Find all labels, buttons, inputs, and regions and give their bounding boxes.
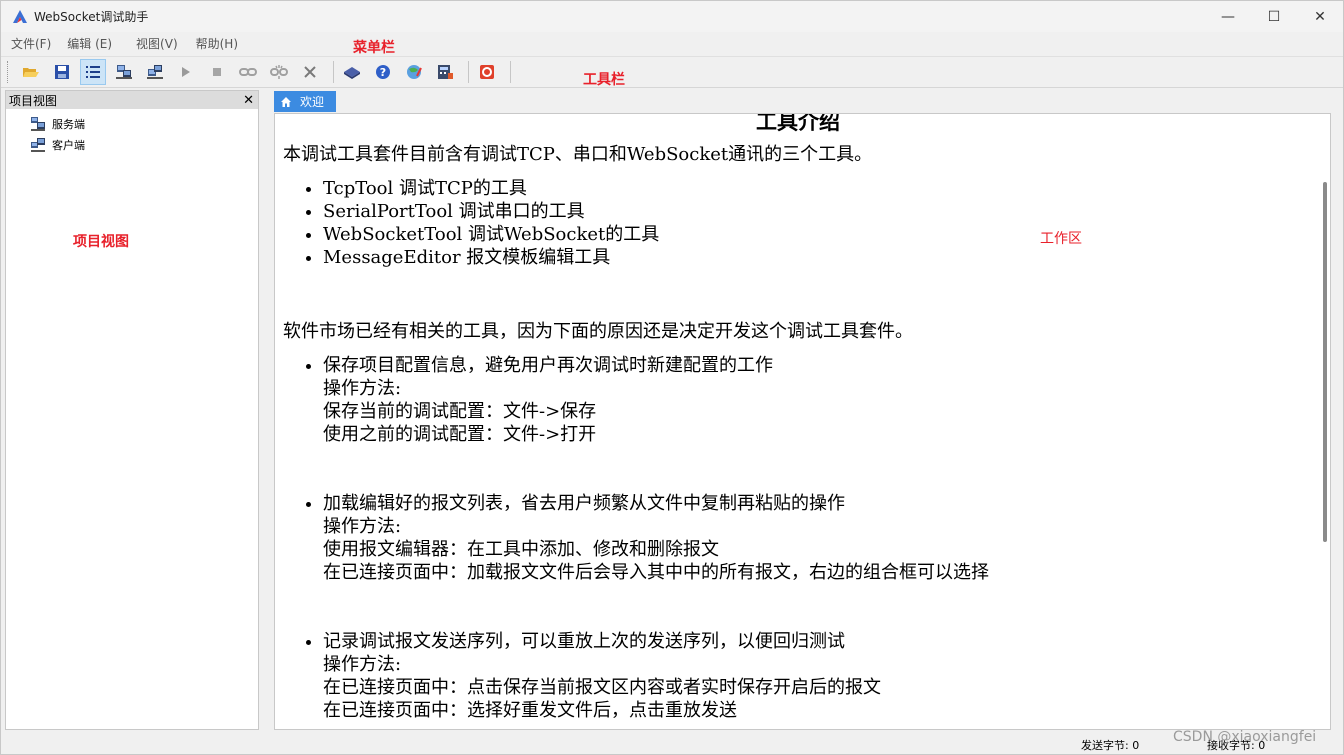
vertical-scrollbar[interactable]	[1323, 182, 1327, 542]
list-item: MessageEditor 报文模板编辑工具	[323, 246, 1313, 269]
delete-icon[interactable]	[297, 59, 323, 85]
feature-list: 保存项目配置信息，避免用户再次调试时新建配置的工作 操作方法: 保存当前的调试配…	[283, 354, 1313, 722]
title-bar: WebSocket调试助手 — ☐ ✕	[1, 1, 1343, 32]
project-view-panel: 项目视图 ✕ 服务端 客户端	[5, 90, 259, 730]
list-icon[interactable]	[80, 59, 106, 85]
feature-title: 加载编辑好的报文列表，省去用户频繁从文件中复制再粘贴的操作	[323, 493, 845, 514]
list-item: 加载编辑好的报文列表，省去用户频繁从文件中复制再粘贴的操作 操作方法: 使用报文…	[323, 492, 1313, 584]
server-icon	[31, 116, 45, 131]
menu-file[interactable]: 文件(F)	[1, 35, 59, 52]
page-title: 工具介绍	[756, 113, 840, 134]
project-view-title: 项目视图	[9, 93, 58, 108]
feature-line: 在已连接页面中：加载报文文件后会导入其中中的所有报文，右边的组合框可以选择	[323, 562, 989, 583]
intro-text: 本调试工具套件目前含有调试TCP、串口和WebSocket通讯的三个工具。	[283, 144, 873, 165]
list-item: SerialPortTool 调试串口的工具	[323, 200, 1313, 223]
app-window: WebSocket调试助手 — ☐ ✕ 文件(F) 编辑 (E) 视图(V) 帮…	[0, 0, 1344, 755]
feature-line: 操作方法:	[323, 378, 402, 399]
unlink-icon[interactable]	[266, 59, 292, 85]
feature-line: 使用报文编辑器：在工具中添加、修改和删除报文	[323, 539, 719, 560]
feature-line: 操作方法:	[323, 516, 402, 537]
tree-item-client[interactable]: 客户端	[6, 134, 258, 155]
feature-line: 使用之前的调试配置：文件->打开	[323, 424, 597, 445]
feature-title: 记录调试报文发送序列，可以重放上次的发送序列，以便回归测试	[323, 631, 845, 652]
link-icon[interactable]	[235, 59, 261, 85]
welcome-content: 工具介绍 本调试工具套件目前含有调试TCP、串口和WebSocket通讯的三个工…	[283, 114, 1313, 722]
feature-title: 保存项目配置信息，避免用户再次调试时新建配置的工作	[323, 355, 773, 376]
annotation-menubar: 菜单栏	[353, 40, 395, 56]
menu-bar: 文件(F) 编辑 (E) 视图(V) 帮助(H)	[1, 32, 1343, 54]
globe-icon[interactable]	[401, 59, 427, 85]
server-icon[interactable]	[111, 59, 137, 85]
tool-list: TcpTool 调试TCP的工具 SerialPortTool 调试串口的工具 …	[283, 177, 1313, 269]
toolbar: ?	[1, 56, 1343, 88]
list-item: 保存项目配置信息，避免用户再次调试时新建配置的工作 操作方法: 保存当前的调试配…	[323, 354, 1313, 446]
toolbar-separator	[510, 61, 511, 83]
list-item: TcpTool 调试TCP的工具	[323, 177, 1313, 200]
toolbar-separator	[468, 61, 469, 83]
client-icon	[31, 137, 45, 152]
annotation-project-view: 项目视图	[73, 234, 129, 250]
annotation-work-area: 工作区	[1040, 231, 1082, 247]
save-icon[interactable]	[49, 59, 75, 85]
home-icon	[281, 96, 291, 107]
book-icon[interactable]	[339, 59, 365, 85]
calculator-icon[interactable]	[432, 59, 458, 85]
feature-line: 在已连接页面中：选择好重发文件后，点击重放发送	[323, 700, 737, 721]
list-item: 记录调试报文发送序列，可以重放上次的发送序列，以便回归测试 操作方法: 在已连接…	[323, 630, 1313, 722]
feature-line: 操作方法:	[323, 654, 402, 675]
minimize-button[interactable]: —	[1205, 1, 1251, 32]
list-item: WebSocketTool 调试WebSocket的工具	[323, 223, 1313, 246]
play-icon[interactable]	[173, 59, 199, 85]
menu-help[interactable]: 帮助(H)	[186, 35, 246, 52]
client-icon[interactable]	[142, 59, 168, 85]
status-bar: 发送字节: 0 接收字节: 0	[1, 732, 1343, 755]
stop-icon[interactable]	[204, 59, 230, 85]
tab-label: 欢迎	[300, 95, 325, 109]
help-icon[interactable]: ?	[370, 59, 396, 85]
record-icon[interactable]	[474, 59, 500, 85]
tree-item-server[interactable]: 服务端	[6, 113, 258, 134]
menu-view[interactable]: 视图(V)	[126, 35, 186, 52]
tree-item-label: 客户端	[52, 138, 85, 152]
work-area: 工具介绍 本调试工具套件目前含有调试TCP、串口和WebSocket通讯的三个工…	[274, 113, 1331, 730]
maximize-button[interactable]: ☐	[1251, 1, 1297, 32]
tab-welcome[interactable]: 欢迎	[274, 91, 336, 112]
menu-edit[interactable]: 编辑 (E)	[57, 35, 120, 52]
reason-text: 软件市场已经有相关的工具，因为下面的原因还是决定开发这个调试工具套件。	[283, 321, 913, 342]
watermark: CSDN @xiaoxiangfei	[1173, 729, 1317, 745]
project-view-header: 项目视图 ✕	[6, 91, 258, 109]
toolbar-grip[interactable]	[7, 61, 10, 83]
feature-line: 保存当前的调试配置：文件->保存	[323, 401, 597, 422]
window-title: WebSocket调试助手	[34, 10, 149, 24]
annotation-toolbar: 工具栏	[583, 72, 625, 88]
send-bytes-status: 发送字节: 0	[1081, 739, 1140, 752]
close-button[interactable]: ✕	[1297, 1, 1343, 32]
toolbar-separator	[333, 61, 334, 83]
open-folder-icon[interactable]	[18, 59, 44, 85]
feature-line: 在已连接页面中：点击保存当前报文区内容或者实时保存开启后的报文	[323, 677, 881, 698]
app-logo-icon	[13, 9, 27, 23]
tree-item-label: 服务端	[52, 117, 85, 131]
svg-text:?: ?	[380, 66, 386, 79]
panel-close-icon[interactable]: ✕	[243, 93, 254, 108]
